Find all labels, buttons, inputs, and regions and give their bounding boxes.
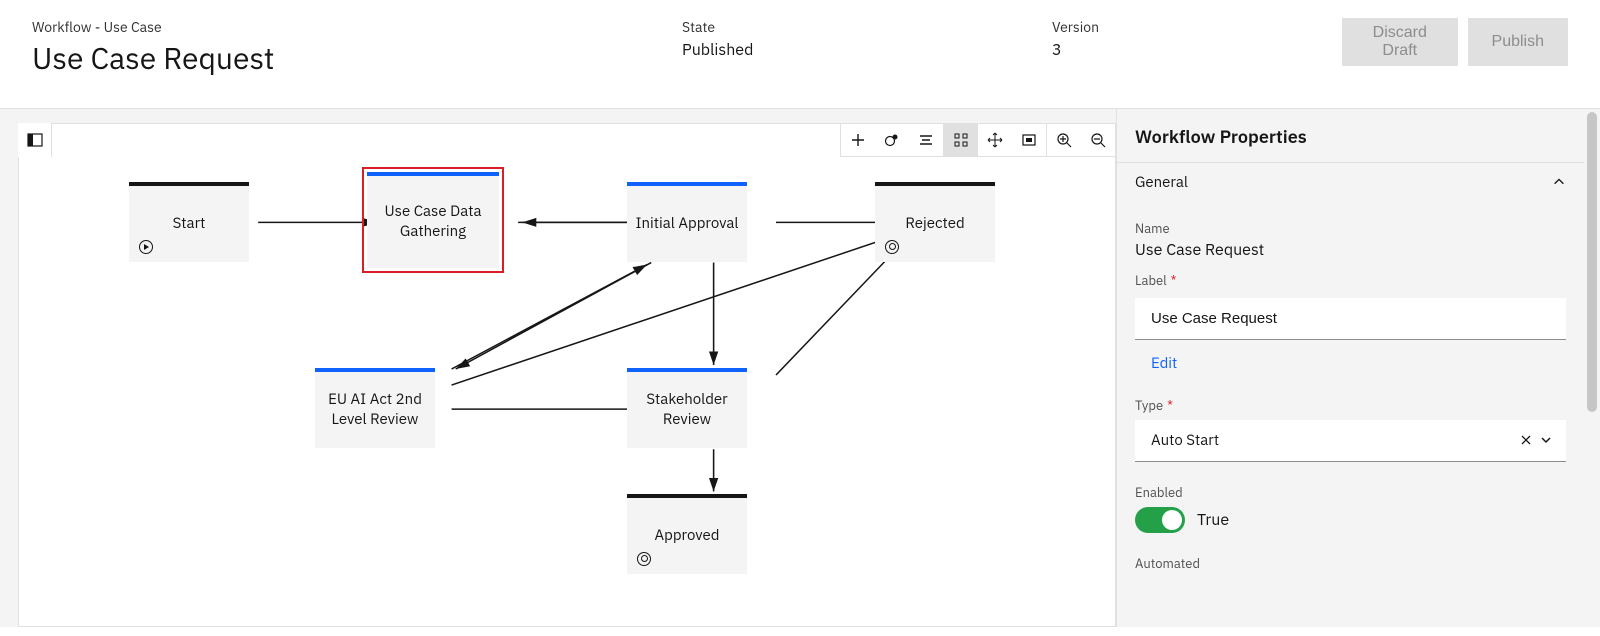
grid-icon <box>953 132 969 148</box>
version-label: Version <box>1052 18 1252 36</box>
section-general-title: General <box>1135 173 1188 192</box>
enabled-label: Enabled <box>1135 484 1566 501</box>
label-label: Label* <box>1135 272 1566 289</box>
enabled-value: True <box>1197 510 1229 530</box>
stop-icon <box>885 240 899 254</box>
node-approved-label: Approved <box>649 526 726 546</box>
move-button[interactable] <box>978 123 1012 157</box>
node-start[interactable]: Start <box>129 182 249 262</box>
canvas-toolbar <box>840 123 1116 157</box>
workflow-canvas[interactable]: Start Use Case Data Gathering Initial Ap… <box>18 123 1116 627</box>
node-eu-label: EU AI Act 2nd Level Review <box>315 390 435 429</box>
zoom-out-icon <box>1090 132 1106 148</box>
type-label: Type* <box>1135 397 1566 414</box>
type-select-value: Auto Start <box>1151 431 1219 450</box>
chevron-up-icon <box>1552 175 1566 189</box>
node-start-label: Start <box>167 214 212 234</box>
automated-label: Automated <box>1135 555 1566 572</box>
node-gather-label: Use Case Data Gathering <box>367 202 499 241</box>
scrollbar[interactable] <box>1584 109 1600 627</box>
fit-to-screen-icon <box>1021 132 1037 148</box>
page-title: Use Case Request <box>32 40 592 78</box>
add-icon <box>850 132 866 148</box>
panel-left-icon <box>27 132 43 148</box>
zoom-in-icon <box>1056 132 1072 148</box>
section-general-header[interactable]: General <box>1117 162 1584 202</box>
fit-button[interactable] <box>1012 123 1046 157</box>
clear-icon[interactable] <box>1516 430 1536 450</box>
node-eu-ai-act-review[interactable]: EU AI Act 2nd Level Review <box>315 368 435 448</box>
sidebar-toggle-button[interactable] <box>18 123 52 157</box>
edit-link[interactable]: Edit <box>1135 340 1193 377</box>
state-value: Published <box>682 40 962 60</box>
color-palette-icon <box>884 132 900 148</box>
chevron-down-icon[interactable] <box>1536 430 1556 450</box>
zoom-out-button[interactable] <box>1081 123 1115 157</box>
align-center-icon <box>918 132 934 148</box>
node-approved[interactable]: Approved <box>627 494 747 574</box>
node-use-case-data-gathering[interactable]: Use Case Data Gathering <box>367 172 499 268</box>
grid-button[interactable] <box>944 123 978 157</box>
label-input[interactable] <box>1135 298 1566 340</box>
node-stake-label: Stakeholder Review <box>627 390 747 429</box>
align-button[interactable] <box>909 123 943 157</box>
add-button[interactable] <box>841 123 875 157</box>
version-value: 3 <box>1052 40 1252 60</box>
node-rejected[interactable]: Rejected <box>875 182 995 262</box>
node-stakeholder-review[interactable]: Stakeholder Review <box>627 368 747 448</box>
breadcrumb: Workflow - Use Case <box>32 18 592 36</box>
properties-panel: Workflow Properties General Name Use Cas… <box>1116 109 1584 627</box>
move-icon <box>987 132 1003 148</box>
stop-icon <box>637 552 651 566</box>
panel-title: Workflow Properties <box>1117 109 1584 162</box>
state-label: State <box>682 18 962 36</box>
name-value: Use Case Request <box>1135 240 1566 260</box>
name-label: Name <box>1135 220 1566 237</box>
node-initial-approval[interactable]: Initial Approval <box>627 182 747 262</box>
publish-button[interactable]: Publish <box>1468 18 1568 66</box>
node-rejected-label: Rejected <box>899 214 970 234</box>
color-button[interactable] <box>875 123 909 157</box>
enabled-toggle[interactable] <box>1135 507 1185 533</box>
discard-draft-button[interactable]: Discard Draft <box>1342 18 1458 66</box>
node-initial-label: Initial Approval <box>630 214 745 234</box>
type-select[interactable]: Auto Start <box>1135 420 1566 462</box>
play-icon <box>139 240 153 254</box>
zoom-in-button[interactable] <box>1047 123 1081 157</box>
